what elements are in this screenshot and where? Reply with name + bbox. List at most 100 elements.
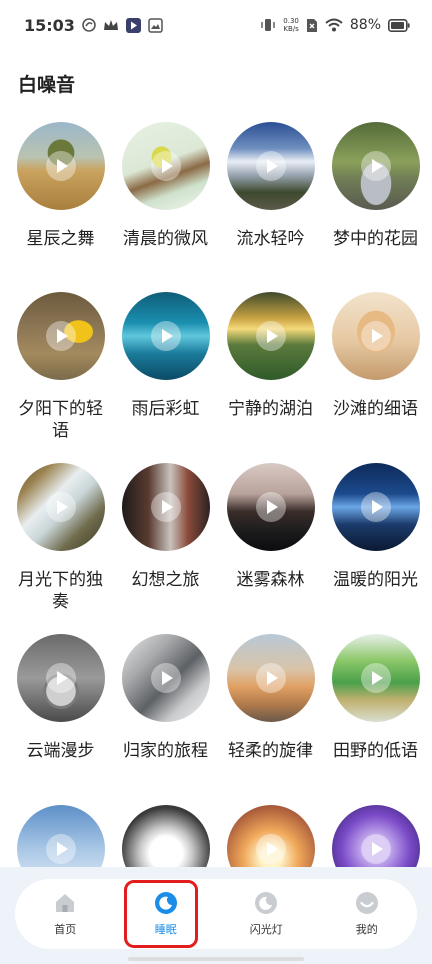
- sound-tile[interactable]: 月光下的独奏: [8, 463, 113, 613]
- sound-tile[interactable]: 归家的旅程: [113, 634, 218, 762]
- sound-label: 雨后彩虹: [131, 399, 200, 419]
- battery-icon: [388, 18, 410, 32]
- play-icon: [45, 834, 76, 864]
- wifi-icon: [325, 18, 343, 32]
- sleep-moon-icon: [154, 892, 177, 914]
- sound-tile[interactable]: 温暖的阳光: [323, 463, 428, 591]
- nav-flashlight-label: 闪光灯: [249, 923, 283, 936]
- play-icon: [150, 834, 181, 864]
- play-icon: [45, 492, 76, 522]
- nav-profile[interactable]: 我的: [317, 879, 418, 949]
- photo-car-icon: [331, 122, 420, 210]
- sound-label: 归家的旅程: [123, 741, 208, 761]
- page-title: 白噪音: [18, 74, 76, 96]
- play-icon: [360, 492, 391, 522]
- sound-tile[interactable]: 沙滩的细语: [323, 292, 428, 420]
- play-icon: [150, 492, 181, 522]
- photo-lake-sunset-icon: [226, 292, 315, 380]
- play-icon: [255, 492, 286, 522]
- play-icon: [150, 151, 181, 181]
- play-icon: [150, 663, 181, 693]
- sound-tile[interactable]: 迷雾森林: [218, 463, 323, 591]
- sound-label: 沙滩的细语: [333, 399, 418, 419]
- photo-train-icon: [226, 122, 315, 210]
- play-icon: [255, 151, 286, 181]
- status-bar-right: 0.30 KB/s 88%: [260, 17, 410, 33]
- play-icon: [45, 663, 76, 693]
- sound-label: 梦中的花园: [333, 229, 418, 249]
- sound-tile[interactable]: 田野的低语: [323, 634, 428, 762]
- profile-icon: [355, 892, 378, 914]
- sound-label: 宁静的湖泊: [228, 399, 313, 419]
- sound-tile[interactable]: 幻想之旅: [113, 463, 218, 591]
- play-icon: [255, 834, 286, 864]
- status-bar-left: 15:03: [24, 16, 163, 35]
- photo-field-tree-icon: [16, 122, 105, 210]
- network-speed-value: 0.30: [283, 17, 299, 25]
- status-time: 15:03: [24, 15, 75, 35]
- sound-label: 田野的低语: [333, 741, 418, 761]
- sound-tile[interactable]: 宁静的湖泊: [218, 292, 323, 420]
- home-indicator[interactable]: [128, 957, 304, 961]
- sound-label: 迷雾森林: [236, 570, 305, 590]
- photo-cat-icon: [331, 292, 420, 380]
- play-icon: [360, 151, 391, 181]
- photo-piano-girl-icon: [226, 463, 315, 551]
- sound-tile[interactable]: 梦中的花园: [323, 122, 428, 250]
- sound-label: 夕阳下的轻语: [18, 399, 103, 441]
- sound-label: 流水轻吟: [236, 229, 305, 249]
- photo-girl-beach-icon: [226, 634, 315, 722]
- photo-lightning-icon: [331, 463, 420, 551]
- nav-sleep[interactable]: 睡眠: [116, 879, 217, 949]
- sound-label: 云端漫步: [26, 741, 95, 761]
- photo-waterfall-icon: [16, 463, 105, 551]
- play-store-app-icon: [125, 17, 141, 33]
- vibrate-icon: [260, 18, 276, 32]
- nav-home-label: 首页: [54, 923, 77, 936]
- no-sim-icon: [306, 18, 318, 33]
- photo-bird-icon: [121, 122, 210, 210]
- crown-app-icon: [103, 19, 119, 32]
- bottom-nav-container: 首页 睡眠 闪光灯 我的: [0, 867, 432, 964]
- play-icon: [360, 321, 391, 351]
- status-bar: 15:03 0.30 KB/s 88%: [0, 0, 432, 50]
- flashlight-icon: [255, 892, 278, 914]
- photo-engine-icon: [121, 634, 210, 722]
- sound-label: 轻柔的旋律: [228, 741, 313, 761]
- photo-pocket-watch-icon: [16, 634, 105, 722]
- sound-tile[interactable]: 夕阳下的轻语: [8, 292, 113, 442]
- nav-flashlight[interactable]: 闪光灯: [216, 879, 317, 949]
- sound-label: 星辰之舞: [26, 229, 95, 249]
- nav-profile-label: 我的: [355, 923, 378, 936]
- photo-child-raincoat-icon: [16, 292, 105, 380]
- cloud-app-icon: [82, 18, 96, 32]
- play-icon: [255, 663, 286, 693]
- play-icon: [45, 321, 76, 351]
- photo-swimmer-icon: [121, 292, 210, 380]
- sound-tile[interactable]: 雨后彩虹: [113, 292, 218, 420]
- photo-car-interior-icon: [121, 463, 210, 551]
- home-icon: [56, 894, 75, 912]
- sound-label: 温暖的阳光: [333, 570, 418, 590]
- sound-label: 幻想之旅: [131, 570, 200, 590]
- play-icon: [360, 663, 391, 693]
- nav-sleep-label: 睡眠: [154, 923, 177, 936]
- network-speed: 0.30 KB/s: [283, 17, 299, 33]
- battery-percent: 88%: [349, 17, 381, 33]
- play-icon: [255, 321, 286, 351]
- photo-frog-leaf-icon: [331, 634, 420, 722]
- sound-tile[interactable]: 轻柔的旋律: [218, 634, 323, 762]
- play-icon: [360, 834, 391, 864]
- network-speed-unit: KB/s: [283, 25, 299, 33]
- bottom-nav: 首页 睡眠 闪光灯 我的: [15, 879, 417, 949]
- sound-tile[interactable]: 云端漫步: [8, 634, 113, 762]
- sound-tile[interactable]: 流水轻吟: [218, 122, 323, 250]
- sound-label: 月光下的独奏: [18, 570, 103, 612]
- nav-home[interactable]: 首页: [15, 879, 116, 949]
- play-icon: [150, 321, 181, 351]
- play-icon: [45, 151, 76, 181]
- sound-tile[interactable]: 星辰之舞: [8, 122, 113, 250]
- image-app-icon: [148, 17, 163, 33]
- sound-label: 清晨的微风: [123, 229, 208, 249]
- sound-tile[interactable]: 清晨的微风: [113, 122, 218, 250]
